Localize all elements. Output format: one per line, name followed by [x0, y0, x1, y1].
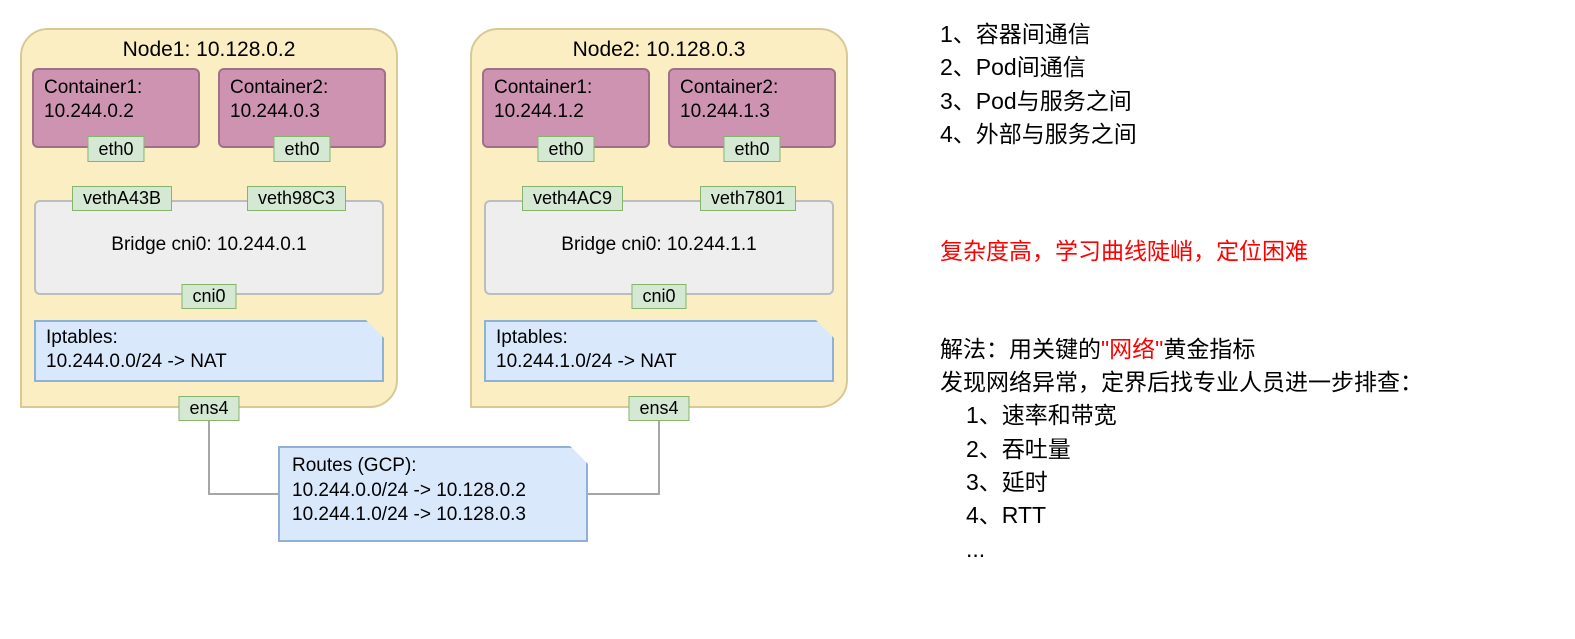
metric-item: ... [940, 533, 1423, 566]
container-ip: 10.244.0.2 [44, 101, 134, 122]
ens4-label: ens4 [628, 396, 689, 421]
eth0-label: eth0 [537, 136, 594, 163]
bridge-title: Bridge cni0: 10.244.1.1 [486, 234, 832, 256]
metric-item: 1、速率和带宽 [940, 399, 1423, 432]
metric-item: 4、RTT [940, 499, 1423, 532]
ens4-label: ens4 [178, 396, 239, 421]
solution-red: "网络" [1101, 336, 1163, 362]
node1-container2: Container2: 10.244.0.3 eth0 [218, 68, 386, 148]
node1-iptables: Iptables: 10.244.0.0/24 -> NAT [34, 320, 384, 382]
container-ip: 10.244.1.3 [680, 101, 770, 122]
container-name: Container2: [230, 77, 328, 98]
solution-prefix: 解法：用关键的 [940, 336, 1101, 362]
iptables-title: Iptables: [46, 327, 118, 348]
node2-title: Node2: 10.128.0.3 [472, 38, 846, 62]
eth0-label: eth0 [723, 136, 780, 163]
container-name: Container2: [680, 77, 778, 98]
node2-iptables: Iptables: 10.244.1.0/24 -> NAT [484, 320, 834, 382]
veth-label: veth7801 [700, 186, 796, 211]
comm-type-item: 3、Pod与服务之间 [940, 85, 1423, 118]
node1-container1: Container1: 10.244.0.2 eth0 [32, 68, 200, 148]
comm-type-item: 1、容器间通信 [940, 18, 1423, 51]
node2-container2: Container2: 10.244.1.3 eth0 [668, 68, 836, 148]
iptables-title: Iptables: [496, 327, 568, 348]
notes-block: 1、容器间通信 2、Pod间通信 3、Pod与服务之间 4、外部与服务之间 复杂… [940, 18, 1423, 566]
comm-type-item: 2、Pod间通信 [940, 51, 1423, 84]
comm-type-item: 4、外部与服务之间 [940, 118, 1423, 151]
cni0-label: cni0 [631, 284, 686, 309]
container-ip: 10.244.0.3 [230, 101, 320, 122]
complexity-warning: 复杂度高，学习曲线陡峭，定位困难 [940, 235, 1423, 268]
routes-title: Routes (GCP): [292, 455, 417, 476]
metric-item: 3、延时 [940, 466, 1423, 499]
veth-label: veth98C3 [247, 186, 346, 211]
network-diagram: Node1: 10.128.0.2 Container1: 10.244.0.2… [20, 28, 900, 588]
metric-item: 2、吞吐量 [940, 433, 1423, 466]
routes-box: Routes (GCP): 10.244.0.0/24 -> 10.128.0.… [278, 446, 588, 542]
container-name: Container1: [494, 77, 592, 98]
route-entry: 10.244.0.0/24 -> 10.128.0.2 [292, 480, 526, 501]
node2-container1: Container1: 10.244.1.2 eth0 [482, 68, 650, 148]
eth0-label: eth0 [87, 136, 144, 163]
solution-suffix: 黄金指标 [1163, 336, 1255, 362]
cni0-label: cni0 [181, 284, 236, 309]
node2-bridge: veth4AC9 veth7801 Bridge cni0: 10.244.1.… [484, 200, 834, 295]
container-name: Container1: [44, 77, 142, 98]
veth-label: vethA43B [72, 186, 172, 211]
eth0-label: eth0 [273, 136, 330, 163]
node1-title: Node1: 10.128.0.2 [22, 38, 396, 62]
bridge-title: Bridge cni0: 10.244.0.1 [36, 234, 382, 256]
solution-line1: 解法：用关键的"网络"黄金指标 [940, 333, 1423, 366]
route-entry: 10.244.1.0/24 -> 10.128.0.3 [292, 504, 526, 525]
node2-box: Node2: 10.128.0.3 Container1: 10.244.1.2… [470, 28, 848, 408]
node1-box: Node1: 10.128.0.2 Container1: 10.244.0.2… [20, 28, 398, 408]
node1-bridge: vethA43B veth98C3 Bridge cni0: 10.244.0.… [34, 200, 384, 295]
iptables-rule: 10.244.0.0/24 -> NAT [46, 351, 227, 372]
iptables-rule: 10.244.1.0/24 -> NAT [496, 351, 677, 372]
solution-line2: 发现网络异常，定界后找专业人员进一步排查： [940, 366, 1423, 399]
veth-label: veth4AC9 [522, 186, 623, 211]
container-ip: 10.244.1.2 [494, 101, 584, 122]
